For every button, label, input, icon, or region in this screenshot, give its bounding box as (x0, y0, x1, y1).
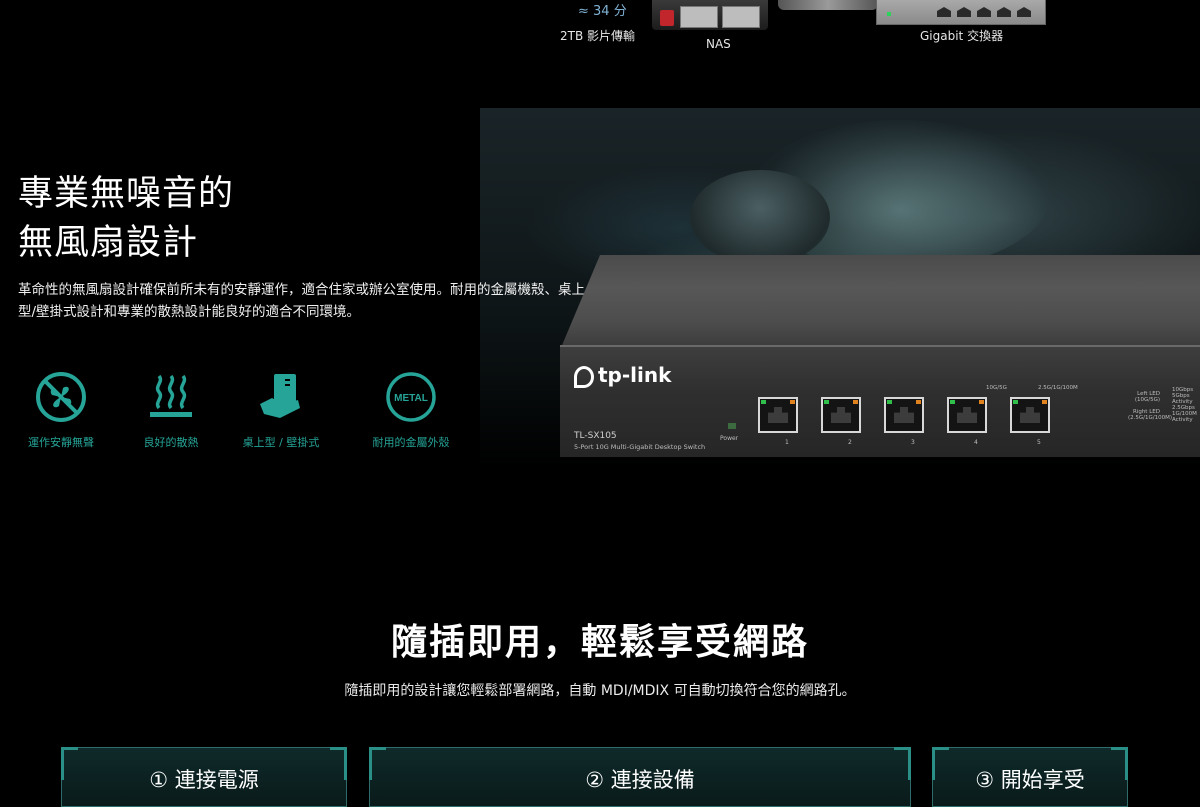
transfer-label: 2TB 影片傳輸 (560, 29, 636, 43)
led-legend-left: Left LED (10G/5G) Right LED (2.5G/1G/100… (1128, 391, 1173, 421)
ethernet-port (947, 397, 987, 433)
port-number: 1 (785, 439, 789, 446)
hero-description: 革命性的無風扇設計確保前所未有的安靜運作，適合住家或辦公室使用。耐用的金屬機殼、… (18, 282, 585, 320)
ethernet-port (884, 397, 924, 433)
feature-label: 耐用的金屬外殼 (372, 436, 450, 449)
transfer-time: ≈ 34 分 (578, 4, 627, 19)
speed-label-left: 10G/5G (986, 385, 1007, 391)
step-card-power: ① 連接電源 (61, 747, 347, 807)
port-number: 5 (1037, 439, 1041, 446)
port-number: 3 (911, 439, 915, 446)
switch-product-image: tp-link TL-SX105 5-Port 10G Multi-Gigabi… (560, 255, 1200, 457)
led-legend-right: 10Gbps 5Gbps Activity 2.5Gbps 1G/100M Ac… (1172, 387, 1197, 423)
plug-and-play-title: 隨插即用，輕鬆享受網路 (390, 622, 809, 663)
tplink-logo-icon (574, 365, 594, 388)
feature-heat: 良好的散熱 (116, 370, 226, 450)
metal-badge-text: METAL (394, 393, 428, 404)
desktop-wall-mount-icon (260, 374, 300, 418)
hero-title-line1: 專業無噪音的 (18, 174, 235, 214)
legend-text: Activity (1172, 417, 1193, 423)
switch-label: Gigabit 交換器 (920, 29, 1004, 43)
plug-and-play-description: 隨插即用的設計讓您輕鬆部署網路，自動 MDI/MDIX 可自動切換符合您的網路孔… (344, 683, 856, 699)
feature-fanless: 運作安靜無聲 (6, 370, 116, 450)
model-description: 5-Port 10G Multi-Gigabit Desktop Switch (574, 443, 706, 451)
feature-mount: 桌上型 / 壁掛式 (226, 370, 336, 450)
port-number: 4 (974, 439, 978, 446)
sleeper-head (690, 170, 830, 265)
speed-label-right: 2.5G/1G/100M (1038, 385, 1078, 391)
feature-label: 運作安靜無聲 (28, 436, 94, 449)
feature-label: 桌上型 / 壁掛式 (242, 436, 320, 449)
metal-casing-icon: METAL (386, 372, 436, 422)
feature-label: 良好的散熱 (143, 436, 199, 449)
ethernet-port (758, 397, 798, 433)
switch-lid (560, 255, 1200, 350)
hero-title-line2: 無風扇設計 (18, 223, 199, 263)
heat-dissipation-icon (150, 374, 192, 417)
port-number: 2 (848, 439, 852, 446)
hero-title: 專業無噪音的 無風扇設計 (18, 170, 234, 268)
nas-image (652, 0, 768, 30)
gigabit-switch-image (876, 0, 1046, 25)
feature-metal: METAL 耐用的金屬外殼 (356, 370, 466, 450)
step-card-connect: ② 連接設備 (369, 747, 911, 807)
switch-front-panel: tp-link TL-SX105 5-Port 10G Multi-Gigabi… (560, 345, 1200, 457)
nas-label: NAS (706, 37, 731, 51)
step-card-enjoy: ③ 開始享受 (932, 747, 1128, 807)
ethernet-port (821, 397, 861, 433)
power-led (728, 423, 736, 429)
brand-name: tp-link (598, 363, 672, 387)
power-label: Power (720, 435, 739, 442)
legend-text: (2.5G/1G/100M) (1128, 415, 1173, 421)
fanless-icon (36, 372, 86, 422)
transfer-arrow-icon (778, 0, 878, 10)
brand-logo: tp-link (574, 363, 671, 388)
model-name: TL-SX105 (574, 431, 617, 441)
ethernet-port (1010, 397, 1050, 433)
